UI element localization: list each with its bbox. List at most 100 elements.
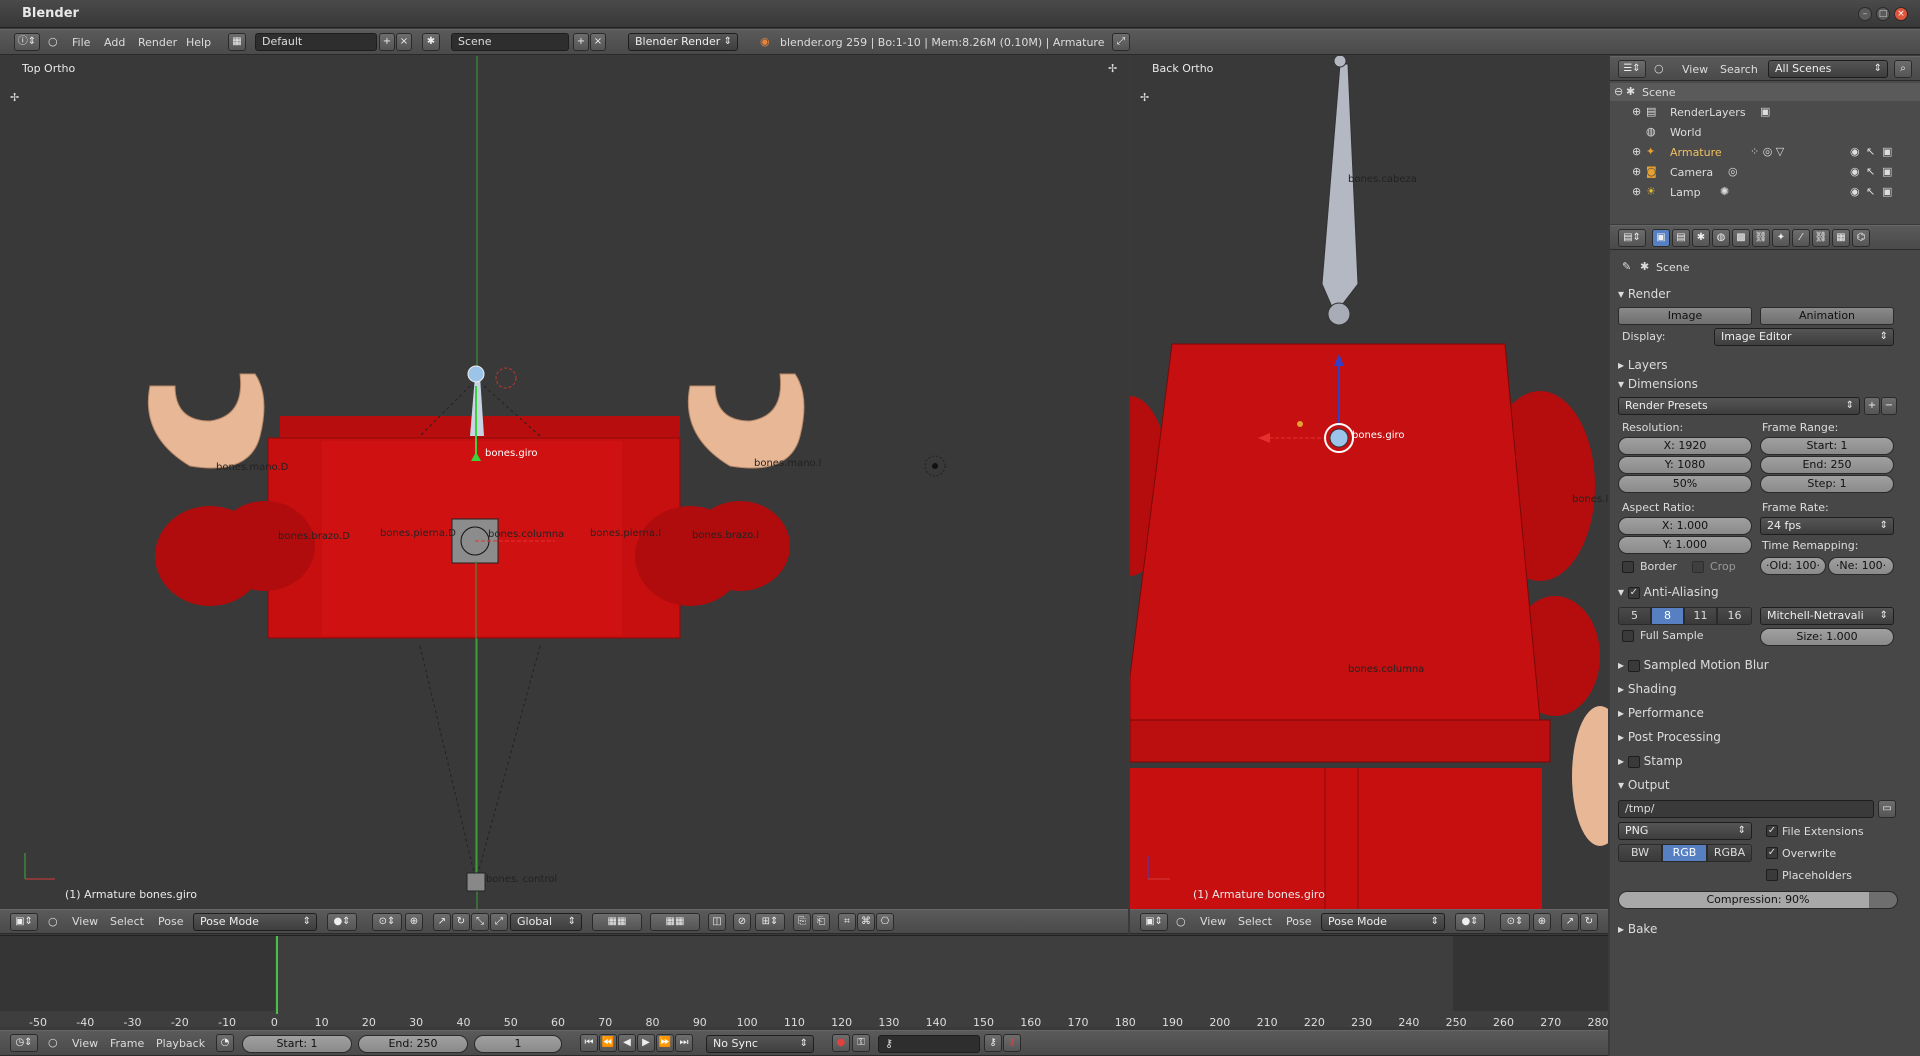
aspect-x-field[interactable]: X: 1.000 — [1618, 517, 1752, 535]
scene-tab-icon[interactable]: ✱ — [1692, 229, 1710, 247]
compression-slider[interactable]: Compression: 90% — [1618, 891, 1898, 909]
resolution-x-field[interactable]: X: 1920 — [1618, 437, 1752, 455]
layers-grid-icon[interactable]: ▦▦ — [650, 913, 700, 931]
menu-frame[interactable]: Frame — [110, 1037, 144, 1050]
record-icon[interactable]: ● — [832, 1034, 850, 1052]
outliner-row-lamp[interactable]: ⊕ ☀ Lamp ✺ ◉ ↖ ▣ — [1610, 183, 1920, 201]
performance-panel-header[interactable]: ▸ Performance — [1618, 706, 1704, 720]
file-format-select[interactable]: PNG — [1618, 822, 1752, 840]
menu-pose[interactable]: Pose — [158, 915, 183, 928]
next-keyframe-icon[interactable]: ⏩ — [656, 1034, 674, 1052]
snap-icon[interactable]: ⊞⇕ — [755, 913, 785, 931]
play-icon[interactable]: ▶ — [637, 1034, 655, 1052]
render-tab-icon[interactable]: ▣ — [1652, 229, 1670, 247]
output-path-field[interactable]: /tmp/ — [1618, 800, 1874, 818]
editor-type-properties-icon[interactable]: ▤⇕ — [1618, 229, 1646, 247]
stamp-checkbox[interactable] — [1627, 755, 1640, 768]
resolution-y-field[interactable]: Y: 1080 — [1618, 456, 1752, 474]
render-animation-button[interactable]: Animation — [1760, 307, 1894, 325]
expand-icon[interactable]: ⊕ — [1632, 145, 1641, 158]
crop-checkbox[interactable] — [1692, 561, 1704, 573]
outliner-row-armature[interactable]: ⊕ ✦ Armature ⁘ ◎ ▽ ◉ ↖ ▣ — [1610, 143, 1920, 161]
collapse-icon[interactable]: ○ — [1176, 915, 1186, 928]
viewport-corner-icon[interactable]: ✢ — [10, 91, 19, 104]
full-sample-checkbox[interactable] — [1622, 630, 1634, 642]
antialiasing-checkbox[interactable]: ✓ — [1627, 586, 1640, 599]
placeholders-checkbox[interactable] — [1766, 869, 1778, 881]
pin-icon[interactable]: ✎ — [1622, 260, 1631, 273]
manipulator-icon[interactable]: ⊕ — [1533, 913, 1551, 931]
keyframe-icon[interactable]: ⌘ — [857, 913, 875, 931]
render-image-button[interactable]: Image — [1618, 307, 1752, 325]
minimize-button[interactable]: – — [1858, 7, 1872, 21]
keyingset-icon[interactable]: ⎔ — [876, 913, 894, 931]
frame-step-field[interactable]: Step: 1 — [1760, 475, 1894, 493]
frame-end-field[interactable]: End: 250 — [1760, 456, 1894, 474]
menu-view[interactable]: View — [1200, 915, 1226, 928]
aa-samples-16[interactable]: 16 — [1717, 607, 1752, 625]
editor-type-outliner-icon[interactable]: ☰⇕ — [1618, 60, 1646, 78]
bake-panel-header[interactable]: ▸ Bake — [1618, 922, 1657, 936]
mode-select[interactable]: Pose Mode — [1321, 913, 1445, 931]
viewport-corner-icon[interactable]: ✢ — [1140, 91, 1149, 104]
aa-samples-5[interactable]: 5 — [1618, 607, 1651, 625]
menu-view[interactable]: View — [72, 915, 98, 928]
render-icon[interactable]: ▣ — [1882, 145, 1892, 158]
delete-keyframe-icon[interactable]: ⚷ — [1003, 1034, 1021, 1052]
renderlayers-tab-icon[interactable]: ▤ — [1672, 229, 1690, 247]
time-remap-new-field[interactable]: ·Ne: 100· — [1828, 557, 1894, 575]
cursor-icon[interactable]: ↖ — [1866, 165, 1875, 178]
mode-select[interactable]: Pose Mode — [193, 913, 317, 931]
render-icon[interactable]: ▣ — [1882, 165, 1892, 178]
fullscreen-icon[interactable]: ⤢ — [1112, 33, 1130, 51]
object-tab-icon[interactable]: ▩ — [1732, 229, 1750, 247]
eye-icon[interactable]: ◉ — [1850, 145, 1860, 158]
keying-icon[interactable]: ⚿ — [852, 1034, 870, 1052]
aspect-y-field[interactable]: Y: 1.000 — [1618, 536, 1752, 554]
collapse-icon[interactable]: ○ — [1654, 62, 1664, 75]
eye-icon[interactable]: ◉ — [1850, 185, 1860, 198]
time-remap-old-field[interactable]: ·Old: 100· — [1760, 557, 1826, 575]
lock-icon[interactable]: ◫ — [708, 913, 726, 931]
menu-select[interactable]: Select — [1238, 915, 1272, 928]
color-rgb-button[interactable]: RGB — [1662, 844, 1707, 862]
armature-tab-icon[interactable]: ✦ — [1772, 229, 1790, 247]
expand-icon[interactable]: ⊖ — [1614, 85, 1623, 98]
menu-help[interactable]: Help — [186, 36, 211, 49]
manipulator-scale-icon[interactable]: ⤢ — [490, 913, 508, 931]
stamp-panel-header[interactable]: ▸ Stamp — [1618, 754, 1683, 768]
remove-preset-icon[interactable]: − — [1881, 397, 1897, 415]
texture-tab-icon[interactable]: ▦ — [1832, 229, 1850, 247]
border-checkbox[interactable] — [1622, 561, 1634, 573]
menu-pose[interactable]: Pose — [1286, 915, 1311, 928]
copy-pose-icon[interactable]: ⎘ — [793, 913, 811, 931]
add-layout-icon[interactable]: + — [379, 33, 395, 51]
render-presets-select[interactable]: Render Presets — [1618, 397, 1860, 415]
add-preset-icon[interactable]: + — [1864, 397, 1880, 415]
layers-grid-icon[interactable]: ▦▦ — [592, 913, 642, 931]
translate-icon[interactable]: ↗ — [1561, 913, 1579, 931]
layers-panel-header[interactable]: ▸ Layers — [1618, 358, 1668, 372]
viewport-corner-icon[interactable]: ✢ — [1108, 62, 1117, 75]
menu-search[interactable]: Search — [1720, 63, 1758, 76]
menu-view[interactable]: View — [72, 1037, 98, 1050]
aa-size-field[interactable]: Size: 1.000 — [1760, 628, 1894, 646]
orientation-select[interactable]: Global — [510, 913, 582, 931]
timeline-end-field[interactable]: End: 250 — [358, 1035, 468, 1053]
screen-layout-icon[interactable]: ▦ — [228, 33, 246, 51]
file-extensions-checkbox[interactable]: ✓ — [1766, 825, 1778, 837]
pivot-icon[interactable]: ⊙⇕ — [372, 913, 402, 931]
outliner-filter-select[interactable]: All Scenes — [1768, 60, 1888, 78]
menu-select[interactable]: Select — [110, 915, 144, 928]
shading-icon[interactable]: ●⇕ — [1455, 913, 1485, 931]
sync-select[interactable]: No Sync — [706, 1035, 814, 1053]
motion-blur-checkbox[interactable] — [1627, 659, 1640, 672]
resolution-percent-field[interactable]: 50% — [1618, 475, 1752, 493]
insert-keyframe-icon[interactable]: ⚷ — [984, 1034, 1002, 1052]
cursor-icon[interactable]: ↖ — [1866, 145, 1875, 158]
pose-lib-icon[interactable]: ⌗ — [838, 913, 856, 931]
aa-samples-8[interactable]: 8 — [1651, 607, 1684, 625]
manipulator-icon[interactable]: ⊕ — [405, 913, 423, 931]
bone-constraint-tab-icon[interactable]: ⛓ — [1812, 229, 1830, 247]
world-tab-icon[interactable]: ◍ — [1712, 229, 1730, 247]
